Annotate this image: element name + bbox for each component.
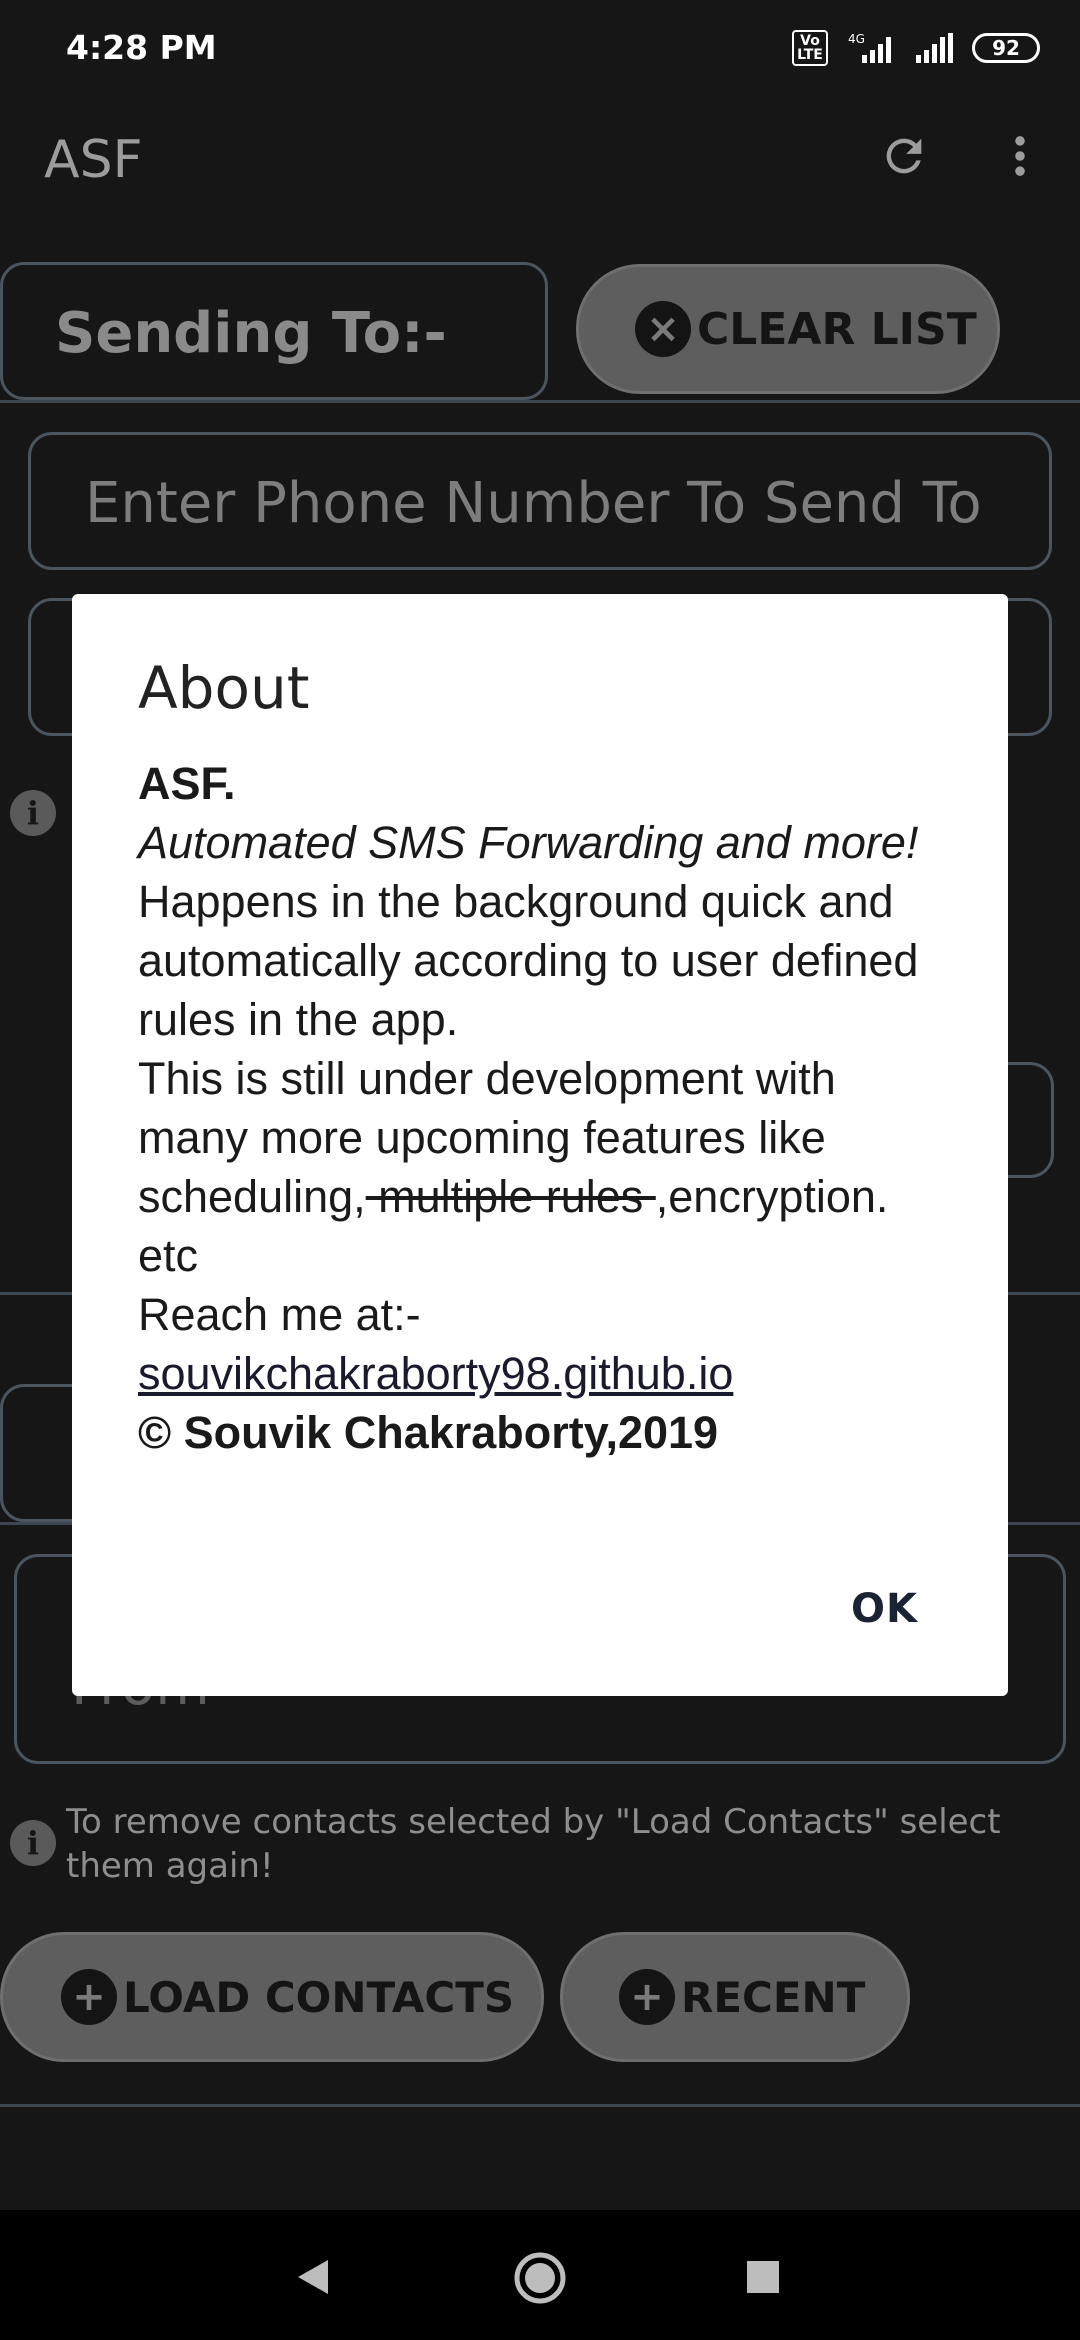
add-circle-icon: +: [61, 1969, 117, 2025]
sending-to-label: Sending To:-: [55, 301, 447, 366]
home-icon[interactable]: [512, 2250, 568, 2306]
clear-list-button[interactable]: × CLEAR LIST: [576, 264, 1000, 394]
load-contacts-button[interactable]: + LOAD CONTACTS: [0, 1932, 544, 2062]
copyright: © Souvik Chakraborty,2019: [138, 1407, 719, 1458]
phone-number-input[interactable]: Enter Phone Number To Send To: [28, 432, 1052, 570]
phone-number-placeholder: Enter Phone Number To Send To: [85, 471, 982, 536]
battery-icon: 92: [972, 33, 1040, 63]
app-name: ASF.: [138, 758, 236, 809]
info-text: To remove contacts selected by "Load Con…: [66, 1802, 1001, 1886]
load-contacts-label: LOAD CONTACTS: [123, 1972, 515, 2022]
dialog-title: About: [138, 654, 310, 722]
recents-icon[interactable]: [746, 2260, 780, 2294]
divider: [0, 2104, 1080, 2107]
close-circle-icon: ×: [635, 301, 691, 357]
divider: [0, 400, 1080, 403]
website-link[interactable]: souvikchakraborty98.github.io: [138, 1348, 733, 1399]
status-icons: Vo LTE 4G 92: [792, 30, 1040, 66]
development-note: This is still under development with man…: [138, 1049, 958, 1285]
struck-text: multiple rules: [365, 1171, 656, 1222]
volte-icon: Vo LTE: [792, 30, 828, 66]
add-circle-icon: +: [619, 1969, 675, 2025]
recent-label: RECENT: [681, 1972, 866, 2022]
status-time: 4:28 PM: [66, 28, 217, 67]
about-dialog: About ASF. Automated SMS Forwarding and …: [72, 594, 1008, 1696]
back-icon[interactable]: [296, 2258, 330, 2296]
network-label: 4G: [848, 32, 865, 46]
more-vert-icon[interactable]: [1000, 130, 1040, 182]
ok-button[interactable]: OK: [851, 1586, 918, 1632]
refresh-icon[interactable]: [878, 130, 930, 182]
navigation-bar: [0, 2210, 1080, 2340]
dialog-body: ASF. Automated SMS Forwarding and more! …: [138, 754, 958, 1462]
signal-icon: [916, 33, 953, 63]
info-icon: i: [10, 1820, 56, 1866]
sending-to-box: Sending To:-: [0, 262, 548, 400]
app-title: ASF: [44, 130, 143, 190]
recent-button[interactable]: + RECENT: [560, 1932, 910, 2062]
tagline: Automated SMS Forwarding and more!: [138, 817, 919, 868]
signal-4g-icon: 4G: [848, 32, 891, 63]
reach-label: Reach me at:-: [138, 1289, 421, 1340]
clear-list-label: CLEAR LIST: [697, 303, 977, 355]
info-icon: i: [10, 790, 56, 836]
description: Happens in the background quick and auto…: [138, 876, 919, 1045]
